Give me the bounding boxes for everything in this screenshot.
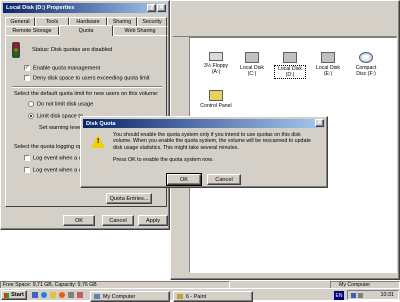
tab-security[interactable]: Security <box>137 17 167 26</box>
warning-icon: ! <box>91 135 105 148</box>
quota-status-text: Status: Disk quotas are disabled <box>32 47 113 53</box>
drive-label: Compact Disc (F:) <box>355 65 377 77</box>
properties-titlebar: Local Disk (D:) Properties ? × <box>3 3 167 13</box>
properties-title: Local Disk (D:) Properties <box>6 5 75 11</box>
dialog-prompt: Press OK to enable the quota system now. <box>113 157 214 163</box>
dialog-titlebar: Disk Quota × <box>83 119 325 128</box>
start-button[interactable]: Start <box>1 290 27 300</box>
enable-quota-row[interactable]: ✓ Enable quota management <box>24 65 100 71</box>
tab-remote-storage[interactable]: Remote Storage <box>5 26 59 35</box>
taskbar-paint[interactable]: 6 - Paint <box>173 291 253 302</box>
computer-icon <box>94 294 100 299</box>
control-panel-label: Control Panel <box>200 103 232 109</box>
dialog-title: Disk Quota <box>86 120 116 127</box>
apply-button[interactable]: Apply <box>138 215 168 226</box>
drive-local-c[interactable]: Local Disk (C:) <box>236 52 268 77</box>
close-icon[interactable]: × <box>315 119 324 127</box>
dialog-ok-button[interactable]: OK <box>166 173 202 186</box>
desktop-icon[interactable] <box>32 292 38 298</box>
taskbar-label: My Computer <box>103 293 136 300</box>
dialog-message: You should enable the quota system only … <box>113 132 311 151</box>
tab-web-sharing[interactable]: Web Sharing <box>113 26 167 35</box>
quick-launch <box>30 291 86 300</box>
app-icon[interactable] <box>77 292 83 298</box>
separator <box>12 86 162 88</box>
drive-label: Local Disk (C:) <box>240 65 264 77</box>
taskbar-label: 6 - Paint <box>186 293 207 300</box>
paint-icon <box>177 294 183 299</box>
drive-local-e[interactable]: Local Disk (E:) <box>312 52 344 77</box>
traffic-light-icon <box>12 42 20 58</box>
close-button[interactable]: × <box>157 4 166 12</box>
log-event-warning-checkbox[interactable] <box>24 167 30 173</box>
do-not-limit-label: Do not limit disk usage <box>37 101 94 108</box>
taskbar: Start My Computer 6 - Paint EN 10:31 <box>0 288 400 302</box>
language-indicator[interactable]: EN <box>334 291 344 300</box>
floppy-drive-icon <box>209 52 223 61</box>
explorer-toolbar <box>173 3 397 37</box>
drive-floppy-a[interactable]: 3½ Floppy (A:) <box>200 52 232 75</box>
drive-cd-f[interactable]: Compact Disc (F:) <box>350 52 382 77</box>
ie-icon[interactable] <box>41 292 47 298</box>
drive-label: Local Disk (E:) <box>316 65 340 77</box>
cd-drive-icon <box>359 52 373 63</box>
ok-button[interactable]: OK <box>63 215 95 226</box>
app-icon[interactable] <box>68 292 74 298</box>
help-button[interactable]: ? <box>147 4 156 12</box>
dialog-cancel-button[interactable]: Cancel <box>207 174 241 185</box>
tab-quota[interactable]: Quota <box>59 25 113 36</box>
hard-disk-icon <box>283 52 297 63</box>
deny-disk-row[interactable]: Deny disk space to users exceeding quota… <box>24 75 150 81</box>
folder-icon[interactable] <box>50 292 56 298</box>
enable-quota-label: Enable quota management <box>33 65 101 72</box>
tray-icon[interactable] <box>351 293 356 298</box>
tab-general[interactable]: General <box>5 17 35 26</box>
disk-quota-dialog: Disk Quota × ! You should enable the quo… <box>80 116 328 188</box>
quota-entries-button[interactable]: Quota Entries... <box>106 193 152 204</box>
media-icon[interactable] <box>59 292 65 298</box>
drive-label: 3½ Floppy (A:) <box>203 63 229 75</box>
hard-disk-icon <box>321 52 335 63</box>
cancel-button[interactable]: Cancel <box>102 215 134 226</box>
deny-disk-label: Deny disk space to users exceeding quota… <box>33 75 150 82</box>
drive-local-d[interactable]: Local Disk (D:) <box>274 52 306 79</box>
hard-disk-icon <box>245 52 259 63</box>
drive-label: Local Disk (D:) <box>274 65 306 79</box>
control-panel-icon <box>209 90 223 101</box>
select-default-text: Select the default quota limit for new u… <box>14 91 159 97</box>
tray-icon[interactable] <box>358 293 363 298</box>
taskbar-my-computer[interactable]: My Computer <box>90 291 170 302</box>
limit-disk-label: Limit disk space to <box>37 113 84 120</box>
log-event-limit-checkbox[interactable] <box>24 155 30 161</box>
windows-logo-icon <box>4 292 10 298</box>
control-panel-item[interactable]: Control Panel <box>200 90 232 109</box>
enable-quota-checkbox[interactable]: ✓ <box>24 65 30 71</box>
start-label: Start <box>11 292 24 298</box>
system-tray: 10:31 <box>347 290 399 300</box>
deny-disk-checkbox[interactable] <box>24 75 30 81</box>
limit-disk-radio[interactable] <box>28 113 34 119</box>
explorer-status-bar: Free Space: 9,71 GB, Capacity: 9,76 GB M… <box>0 280 400 289</box>
properties-window: Local Disk (D:) Properties ? × General T… <box>0 0 170 230</box>
do-not-limit-row[interactable]: Do not limit disk usage <box>28 101 93 107</box>
do-not-limit-radio[interactable] <box>28 101 34 107</box>
clock: 10:31 <box>380 292 395 298</box>
limit-disk-row[interactable]: Limit disk space to <box>28 113 83 119</box>
